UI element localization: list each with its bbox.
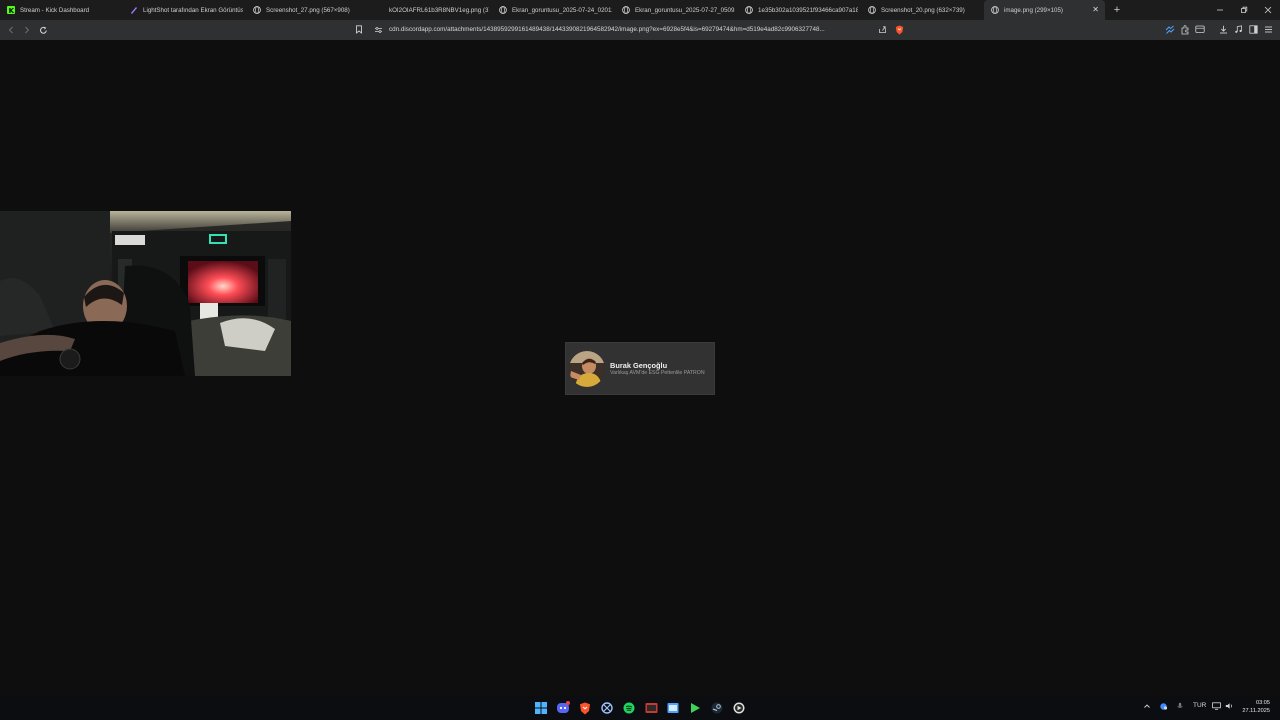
app-icon[interactable] (598, 699, 616, 717)
tab-koi-png[interactable]: kOI2OIAFRL61b3R8NBV1eg.png (375 (369, 0, 492, 20)
avatar (569, 351, 605, 387)
close-tab-icon[interactable]: ✕ (1092, 5, 1099, 15)
media-player-icon[interactable] (642, 699, 660, 717)
tab-ekran-0727[interactable]: Ekran_goruntusu_2025-07-27_050911 (615, 0, 738, 20)
blank-icon (376, 6, 384, 14)
tab-image-png-active[interactable]: image.png (299×105) ✕ (984, 0, 1105, 20)
tab-title: LightShot tarafından Ekran Görüntüsü (143, 6, 243, 14)
windows-start-icon[interactable] (532, 699, 550, 717)
tab-strip: K Stream - Kick Dashboard LightShot tara… (0, 0, 1280, 20)
kick-icon: K (7, 6, 15, 14)
tab-title: image.png (299×105) (1004, 6, 1063, 14)
steam-icon[interactable] (708, 699, 726, 717)
tab-title: Screenshot_27.png (567×908) (266, 6, 350, 14)
tab-kick-dashboard[interactable]: K Stream - Kick Dashboard (0, 0, 123, 20)
ai-assistant-icon[interactable] (1164, 24, 1175, 35)
volume-icon[interactable] (1225, 702, 1234, 712)
obs-icon[interactable] (730, 699, 748, 717)
display-icon[interactable] (1212, 702, 1221, 712)
extensions-icon[interactable] (1179, 24, 1190, 35)
reload-icon[interactable] (35, 20, 51, 40)
media-icon[interactable] (1233, 24, 1244, 35)
tab-hash-image[interactable]: 1e35b302a1039521f93466ca907a18e9 (738, 0, 861, 20)
minimize-icon[interactable] (1208, 0, 1232, 20)
language-indicator[interactable]: TUR (1193, 702, 1206, 709)
tab-title: Ekran_goruntusu_2025-07-27_050911 (635, 6, 735, 14)
menu-icon[interactable] (1263, 24, 1274, 35)
screenshot-tool-icon[interactable] (1194, 24, 1205, 35)
clock-date: 27.11.2025 (1242, 708, 1270, 714)
tab-ekran-0724[interactable]: Ekran_goruntusu_2025-07-24_020129 (492, 0, 615, 20)
window-controls (1208, 0, 1280, 20)
lightshot-icon (130, 6, 138, 14)
tab-screenshot-27[interactable]: Screenshot_27.png (567×908) (246, 0, 369, 20)
globe-icon (745, 6, 753, 14)
brave-shields-icon[interactable] (894, 24, 905, 35)
play-icon[interactable] (686, 699, 704, 717)
webcam-overlay (0, 211, 291, 376)
url-text: cdn.discordapp.com/attachments/143895929… (389, 26, 825, 33)
clock-time: 03:05 (1256, 700, 1270, 706)
tab-title: Screenshot_20.png (632×739) (881, 6, 965, 14)
system-clock[interactable]: 03:05 27.11.2025 (1242, 699, 1270, 715)
svg-text:K: K (9, 7, 15, 14)
taskbar: TUR 03:05 27.11.2025 (0, 696, 1280, 720)
globe-icon (499, 6, 507, 14)
tab-title: Stream - Kick Dashboard (20, 6, 90, 14)
tray-overflow-icon[interactable] (1143, 702, 1151, 712)
tab-lightshot[interactable]: LightShot tarafından Ekran Görüntüsü (123, 0, 246, 20)
spotify-icon[interactable] (620, 699, 638, 717)
share-icon[interactable] (877, 24, 888, 35)
globe-icon (253, 6, 261, 14)
globe-icon (622, 6, 630, 14)
download-icon[interactable] (1218, 24, 1229, 35)
tab-title: Ekran_goruntusu_2025-07-24_020129 (512, 6, 612, 14)
url-bar[interactable]: cdn.discordapp.com/attachments/143895929… (351, 22, 910, 37)
network-icon[interactable] (1159, 702, 1168, 712)
user-subtitle: Varlıkaş AVM'de ESG Pettenlile PATRON (610, 370, 705, 376)
discord-icon[interactable] (554, 699, 572, 717)
brave-icon[interactable] (576, 699, 594, 717)
site-settings-icon[interactable] (373, 24, 384, 35)
restore-icon[interactable] (1232, 0, 1256, 20)
new-tab-button[interactable]: + (1107, 0, 1127, 20)
browser-window: K Stream - Kick Dashboard LightShot tara… (0, 0, 1280, 720)
tab-title: kOI2OIAFRL61b3R8NBV1eg.png (375 (389, 6, 489, 14)
user-name: Burak Gençoğlu (610, 361, 668, 370)
globe-icon (868, 6, 876, 14)
tab-title: 1e35b302a1039521f93466ca907a18e9 (758, 6, 858, 14)
tab-screenshot-20[interactable]: Screenshot_20.png (632×739) (861, 0, 984, 20)
back-icon[interactable] (3, 20, 19, 40)
explorer-icon[interactable] (664, 699, 682, 717)
image-preview-card: Burak Gençoğlu Varlıkaş AVM'de ESG Pette… (565, 342, 715, 395)
sidebar-icon[interactable] (1248, 24, 1259, 35)
globe-icon (991, 6, 999, 14)
close-window-icon[interactable] (1256, 0, 1280, 20)
microphone-icon[interactable] (1176, 702, 1184, 712)
forward-icon[interactable] (19, 20, 35, 40)
